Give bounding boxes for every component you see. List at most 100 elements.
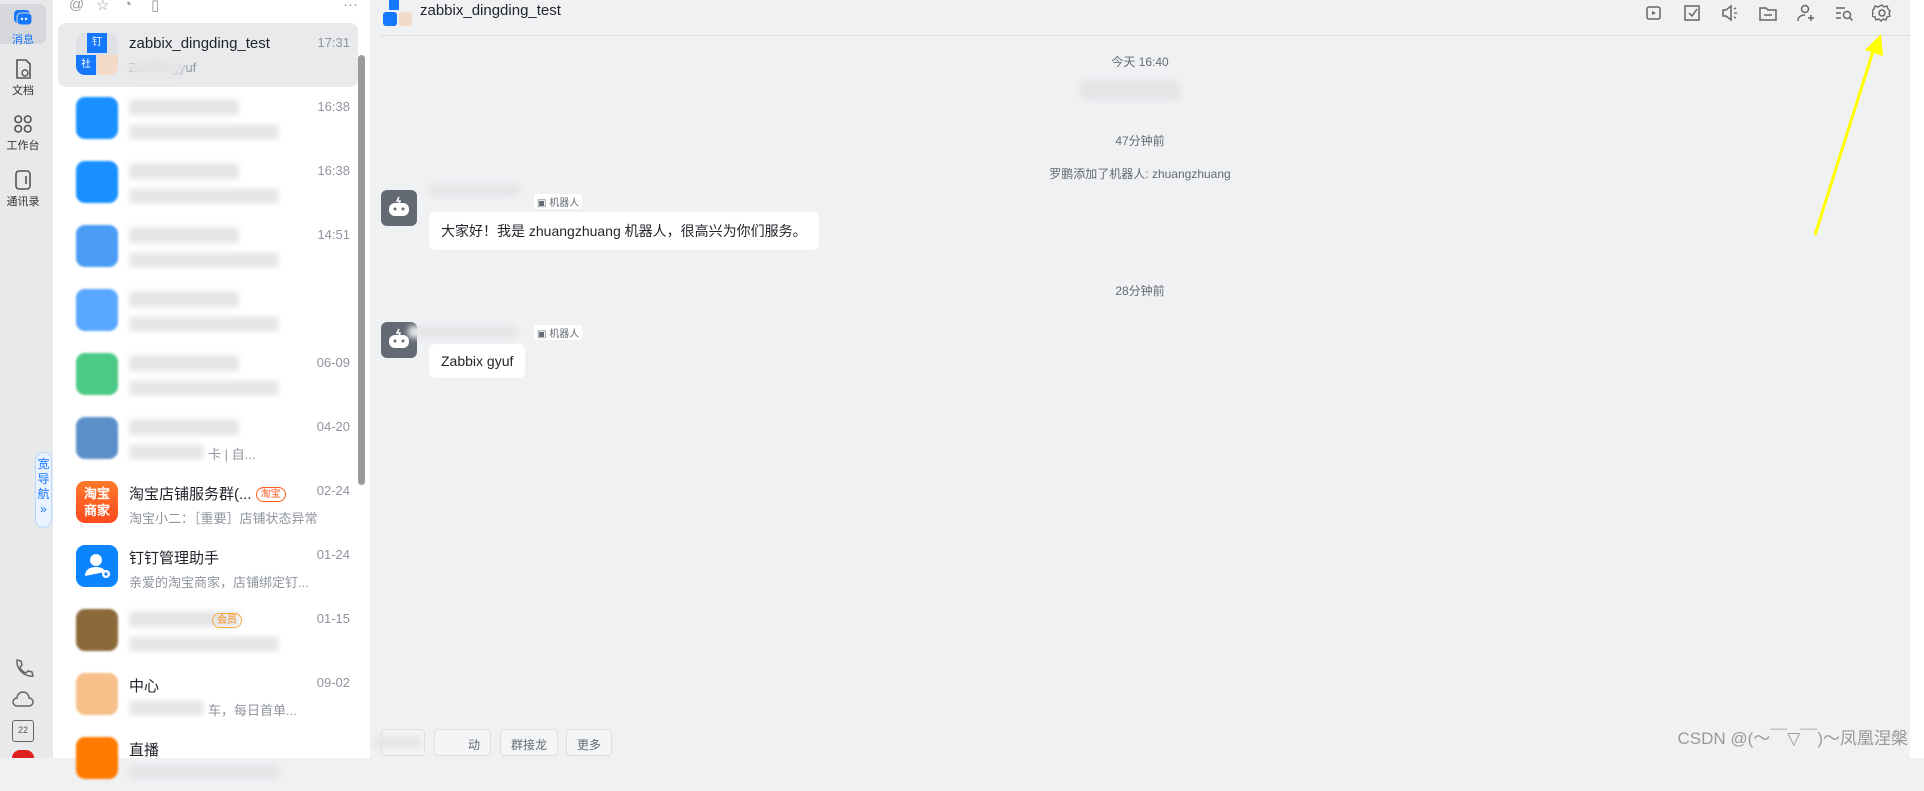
avatar [76,225,118,267]
nav-contacts[interactable]: 通讯录 [0,169,46,209]
conversation-item[interactable]: 14:51 [58,215,358,279]
chat-panel: zabbix_dingding_test 今天 16:40 47分钟前 罗鹏添加… [370,0,1913,758]
avatar [76,161,118,203]
conversation-preview: 淘宝小二：［重要］店铺状态异常 [129,511,318,526]
left-nav-rail: 消息 文档 工作台 通讯录 宽导航» 22 [0,0,53,758]
wide-nav-label: 宽导航 [37,457,50,501]
list-toolbar: @ ☆ ◔ ▯ ··· [53,0,370,18]
add-member-icon[interactable] [1796,3,1816,23]
nav-docs-label: 文档 [12,85,34,97]
system-message: 罗鹏添加了机器人: zhuangzhuang [1049,167,1231,181]
nav-messages-label: 消息 [12,34,34,46]
conversation-time: 16:38 [317,99,350,114]
header-divider [381,35,1913,36]
conversation-preview: 车，每日首单... [208,703,297,718]
list-scrollbar[interactable] [358,55,365,485]
wide-nav-toggle[interactable]: 宽导航» [35,452,52,528]
conversation-item[interactable]: 淘宝商家 淘宝店铺服务群(... 淘宝淘宝小二：［重要］店铺状态异常 02-24 [58,471,358,535]
conversation-item[interactable]: 06-09 [58,343,358,407]
source-tag: 淘宝 [255,487,286,502]
admin-assistant-avatar [76,545,118,587]
mention-icon[interactable]: @ [69,0,84,13]
avatar [76,673,118,715]
announcement-icon[interactable] [1720,3,1740,23]
conversation-item[interactable] [58,279,358,343]
chat-title: zabbix_dingding_test [420,2,561,19]
search-history-icon[interactable] [1834,3,1854,23]
clock-icon[interactable]: ◔ [123,0,132,13]
folder-icon[interactable] [1758,3,1778,23]
conversation-item[interactable]: 会员 01-15 [58,599,358,663]
conversation-time: 14:51 [317,227,350,242]
timestamp: 今天 16:40 [1111,55,1169,69]
nav-messages[interactable]: 消息 [0,4,46,46]
conversation-item[interactable]: 16:38 [58,151,358,215]
conversation-time: 01-24 [316,547,350,562]
bookmark-icon[interactable]: ▯ [151,0,159,14]
conversation-item[interactable]: 卡 | 自... 04-20 [58,407,358,471]
conversation-time: 02-24 [316,483,350,498]
conversation-preview: 亲爱的淘宝商家，店铺绑定钉... [129,575,309,590]
more-icon[interactable]: ··· [343,0,358,13]
conversation-preview: 卡 | 自... [208,447,256,462]
redacted-sender [430,184,520,196]
star-icon[interactable]: ☆ [96,0,109,14]
message-bubble[interactable]: 大家好！我是 zhuangzhuang 机器人，很高兴为你们服务。 [429,212,819,250]
avatar [76,289,118,331]
settings-gear-icon[interactable] [1872,3,1892,23]
avatar [76,609,118,651]
timestamp: 28分钟前 [1115,284,1165,298]
conversation-time: 16:38 [317,163,350,178]
video-icon[interactable] [1644,3,1664,23]
calendar-icon[interactable]: 22 [12,720,34,742]
conversation-item[interactable]: 中心 车，每日首单... 09-02 [58,663,358,727]
conversation-time: 17:31 [317,35,350,50]
cloud-icon[interactable] [12,689,34,711]
conversation-name: 钉钉管理助手 [129,550,220,567]
conversation-item[interactable]: 16:38 [58,87,358,151]
conversation-name: 直播 [129,742,160,759]
quick-button-activity[interactable]: 动 [434,729,491,756]
avatar [76,353,118,395]
window-edge [1910,0,1924,758]
conversation-list: @ ☆ ◔ ▯ ··· 钉社zabbix_dingding_testZabbix… [53,0,370,779]
conversation-time: 09-02 [316,675,350,690]
taobao-avatar: 淘宝商家 [76,481,118,523]
conversation-time: 04-20 [316,419,350,434]
expand-icon: » [40,502,47,516]
conversation-item[interactable]: 钉社zabbix_dingding_testZabbix gyuf17:31 [58,23,358,87]
quick-button-group-chain[interactable]: 群接龙 [500,729,559,756]
conversation-name: 淘宝店铺服务群(... 淘宝 [129,483,286,504]
annotation-arrow [1813,34,1883,236]
redacted-sender [408,326,518,338]
robot-tag: ▣ 机器人 [534,325,583,340]
conversation-name: zabbix_dingding_test [129,35,270,52]
avatar [76,737,118,779]
nav-contacts-label: 通讯录 [6,196,40,208]
nav-workbench[interactable]: 工作台 [0,113,46,153]
robot-tag: ▣ 机器人 [534,194,583,209]
phone-icon[interactable] [12,657,34,679]
conversation-time: 01-15 [316,611,350,626]
member-tag: 会员 [212,613,242,628]
nav-docs[interactable]: 文档 [0,58,46,98]
todo-icon[interactable] [1682,3,1702,23]
conversation-item[interactable]: 直播 [58,727,358,791]
conversation-time: 06-09 [316,355,350,370]
quick-button[interactable] [374,729,425,756]
robot-tag-label: 机器人 [549,329,580,340]
message-bubble[interactable]: Zabbix gyuf [429,344,526,378]
quick-button-more[interactable]: 更多 [566,729,613,756]
group-avatar: 钉社 [76,33,118,75]
conversation-item[interactable]: 钉钉管理助手亲爱的淘宝商家，店铺绑定钉... 01-24 [58,535,358,599]
redacted-message [1080,80,1180,100]
avatar [76,97,118,139]
robot-icon [389,196,409,216]
robot-avatar[interactable] [381,190,417,226]
chat-icon [14,10,33,26]
group-avatar [383,0,413,28]
nav-workbench-label: 工作台 [6,140,40,152]
robot-tag-label: 机器人 [549,198,580,209]
address-book-icon [15,170,31,190]
notification-badge [12,750,34,758]
